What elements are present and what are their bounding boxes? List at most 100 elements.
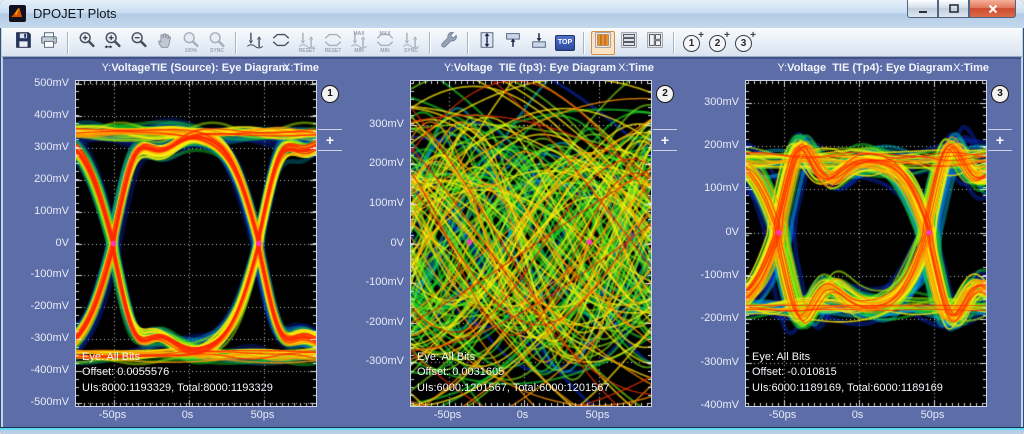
layout-rows-icon bbox=[619, 30, 639, 55]
toolbar-separator bbox=[67, 32, 69, 54]
y-tick-label: -100mV bbox=[693, 269, 739, 281]
x-axis-title: Time bbox=[294, 62, 319, 74]
y-tick-label: -300mV bbox=[23, 332, 69, 344]
x-tick-label: 50ps bbox=[241, 409, 285, 421]
y-tick-label: -300mV bbox=[693, 356, 739, 368]
print-button[interactable] bbox=[37, 31, 61, 55]
zoom-out-icon bbox=[129, 30, 149, 55]
save-icon bbox=[13, 30, 33, 55]
icon-caption: SYNC bbox=[399, 49, 423, 54]
y-tick-label: 0V bbox=[358, 237, 404, 249]
cursors-vertical-maxmin-button[interactable]: MAXMIN bbox=[347, 31, 371, 55]
zoom-sync-button[interactable]: SYNC bbox=[205, 31, 229, 55]
toolbar-separator bbox=[467, 32, 469, 54]
y-tick-label: -200mV bbox=[693, 312, 739, 324]
x-tick-label: 50ps bbox=[576, 409, 620, 421]
stat-uis: UIs:8000:1193329, Total:8000:1193329 bbox=[82, 381, 273, 397]
icon-caption: 100% bbox=[179, 49, 203, 54]
x-tick-label: 0s bbox=[166, 409, 210, 421]
plot-add-measurement-button-2[interactable]: + bbox=[653, 129, 677, 151]
toolbar: 100%SYNCRESETRESETMAXMINMAXMINSYNCTOP1+2… bbox=[2, 28, 1022, 57]
stat-eye: Eye: All Bits bbox=[82, 350, 273, 366]
add-plot-icon: 3+ bbox=[734, 32, 756, 54]
y-tick-label: 300mV bbox=[358, 118, 404, 130]
plot-add-measurement-button-1[interactable]: + bbox=[318, 129, 342, 151]
save-button[interactable] bbox=[11, 31, 35, 55]
y-tick-label: 100mV bbox=[358, 197, 404, 209]
x-axis-title: Time bbox=[964, 62, 989, 74]
y-tick-label: -100mV bbox=[23, 268, 69, 280]
x-axis-prefix: X: bbox=[618, 62, 628, 74]
minimize-button[interactable] bbox=[907, 0, 938, 18]
zoom-out-button[interactable] bbox=[127, 31, 151, 55]
toolbar-separator bbox=[235, 32, 237, 54]
zoom-in-button[interactable] bbox=[75, 31, 99, 55]
title-bar[interactable]: DPOJET Plots bbox=[0, 0, 1024, 28]
cursors-vertical-button[interactable] bbox=[243, 31, 267, 55]
maximize-button[interactable] bbox=[938, 0, 969, 18]
cursors-horizontal-reset-button[interactable]: RESET bbox=[321, 31, 345, 55]
layout-columns-button[interactable] bbox=[591, 31, 615, 55]
top-mode-button[interactable]: TOP bbox=[553, 31, 577, 55]
layout-rows-button[interactable] bbox=[617, 31, 641, 55]
icon-caption: SYNC bbox=[205, 49, 229, 54]
x-tick-label: -50ps bbox=[426, 409, 470, 421]
zoom-100-button[interactable]: 100% bbox=[179, 31, 203, 55]
x-tick-label: 50ps bbox=[911, 409, 955, 421]
plot-title: Voltage TIE (tp3): Eye Diagram bbox=[454, 62, 616, 74]
x-tick-label: 0s bbox=[836, 409, 880, 421]
plot-badge-3[interactable]: 3 bbox=[991, 85, 1009, 103]
layout-grid-button[interactable] bbox=[643, 31, 667, 55]
stat-uis: UIs:6000:1189169, Total:6000:1189169 bbox=[752, 381, 943, 397]
y-tick-label: -300mV bbox=[358, 355, 404, 367]
y-tick-label: -100mV bbox=[358, 276, 404, 288]
zoom-horizontal-icon bbox=[103, 30, 123, 55]
y-tick-label: 0V bbox=[693, 226, 739, 238]
fit-vertical-button[interactable] bbox=[475, 31, 499, 55]
toolbar-separator bbox=[429, 32, 431, 54]
y-tick-label: 200mV bbox=[358, 157, 404, 169]
settings-wrench-icon bbox=[439, 30, 459, 55]
add-plot-2-button[interactable]: 2+ bbox=[707, 31, 731, 55]
cursors-horizontal-button[interactable] bbox=[269, 31, 293, 55]
plot-header-3: Y:Voltage TIE (Tp4): Eye DiagramX:Time bbox=[745, 62, 1011, 76]
y-tick-label: 100mV bbox=[693, 182, 739, 194]
layout-grid-icon bbox=[645, 30, 665, 55]
plot-badge-1[interactable]: 1 bbox=[321, 85, 339, 103]
dpojet-plots-window: DPOJET Plots 100%SYNCRESETRESETMAXMINMAX… bbox=[0, 0, 1024, 434]
plot-area: Y: VoltageTIE (Source): Eye Diagram X: Time… bbox=[3, 57, 1021, 427]
eye-diagram-plot-1: Eye: All BitsOffset: 0.0055576UIs:8000:1… bbox=[75, 80, 317, 407]
plot-badge-2[interactable]: 2 bbox=[656, 85, 674, 103]
close-icon bbox=[987, 3, 999, 15]
y-tick-label: -400mV bbox=[693, 399, 739, 411]
zoom-horizontal-button[interactable] bbox=[101, 31, 125, 55]
maximize-icon bbox=[948, 3, 960, 15]
plus-mark: + bbox=[724, 32, 730, 40]
icon-caption: RESET bbox=[321, 49, 345, 54]
plot-add-measurement-button-3[interactable]: + bbox=[988, 129, 1012, 151]
align-bottom-icon bbox=[529, 30, 549, 55]
cursors-horizontal-maxmin-button[interactable]: MAXMIN bbox=[373, 31, 397, 55]
add-plot-3-button[interactable]: 3+ bbox=[733, 31, 757, 55]
icon-caption: MIN bbox=[347, 49, 371, 54]
close-button[interactable] bbox=[969, 0, 1016, 18]
top-mode-icon: TOP bbox=[555, 35, 575, 51]
y-axis-prefix: Y: bbox=[444, 62, 454, 74]
align-top-button[interactable] bbox=[501, 31, 525, 55]
layout-columns-icon bbox=[593, 30, 613, 55]
pan-hand-icon bbox=[155, 30, 175, 55]
pan-hand-button[interactable] bbox=[153, 31, 177, 55]
print-icon bbox=[39, 30, 59, 55]
stat-offset: Offset: 0.0031605 bbox=[417, 365, 609, 381]
add-plot-1-button[interactable]: 1+ bbox=[681, 31, 705, 55]
fit-vertical-icon bbox=[477, 30, 497, 55]
eye-diagram-plot-2: Eye: All BitsOffset: 0.0031605UIs:6000:1… bbox=[410, 80, 652, 407]
y-tick-label: 300mV bbox=[23, 141, 69, 153]
settings-wrench-button[interactable] bbox=[437, 31, 461, 55]
cursors-vertical-sync-button[interactable]: SYNC bbox=[399, 31, 423, 55]
y-axis-prefix: Y: bbox=[777, 62, 787, 74]
cursors-vertical-reset-button[interactable]: RESET bbox=[295, 31, 319, 55]
align-bottom-button[interactable] bbox=[527, 31, 551, 55]
plot-title: VoltageTIE (Source): Eye Diagram bbox=[111, 62, 288, 74]
x-tick-label: 0s bbox=[501, 409, 545, 421]
